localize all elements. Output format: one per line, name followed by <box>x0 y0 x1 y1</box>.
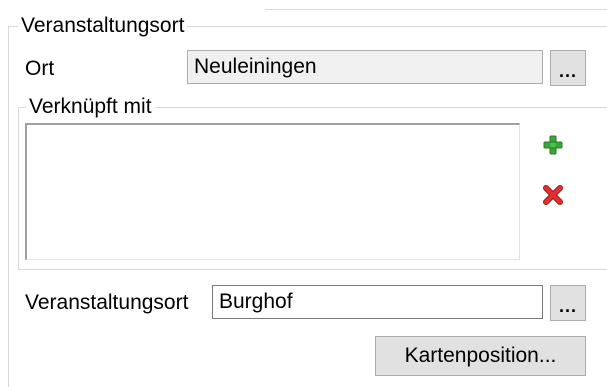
linked-groupbox-left-border <box>18 107 19 270</box>
map-position-button[interactable]: Kartenposition... <box>375 336 586 376</box>
venue-label: Veranstaltungsort <box>25 291 189 314</box>
add-link-button[interactable] <box>540 132 566 158</box>
plus-icon <box>543 135 563 155</box>
linked-groupbox-legend: Verknüpft mit <box>26 95 155 119</box>
venue-groupbox-left-border <box>8 26 9 387</box>
ort-browse-label: ... <box>558 61 577 81</box>
remove-link-button[interactable] <box>540 182 566 208</box>
linked-groupbox-bottom-border <box>18 269 607 270</box>
venue-field[interactable]: Burghof <box>212 285 543 319</box>
venue-browse-label: ... <box>558 296 577 316</box>
ort-label: Ort <box>25 57 55 80</box>
cross-icon <box>543 185 563 205</box>
ort-field[interactable]: Neuleiningen <box>187 50 543 84</box>
venue-groupbox-legend: Veranstaltungsort <box>18 14 188 38</box>
ort-browse-button[interactable]: ... <box>550 50 586 86</box>
venue-browse-button[interactable]: ... <box>550 285 586 321</box>
linked-listbox[interactable] <box>25 123 520 260</box>
